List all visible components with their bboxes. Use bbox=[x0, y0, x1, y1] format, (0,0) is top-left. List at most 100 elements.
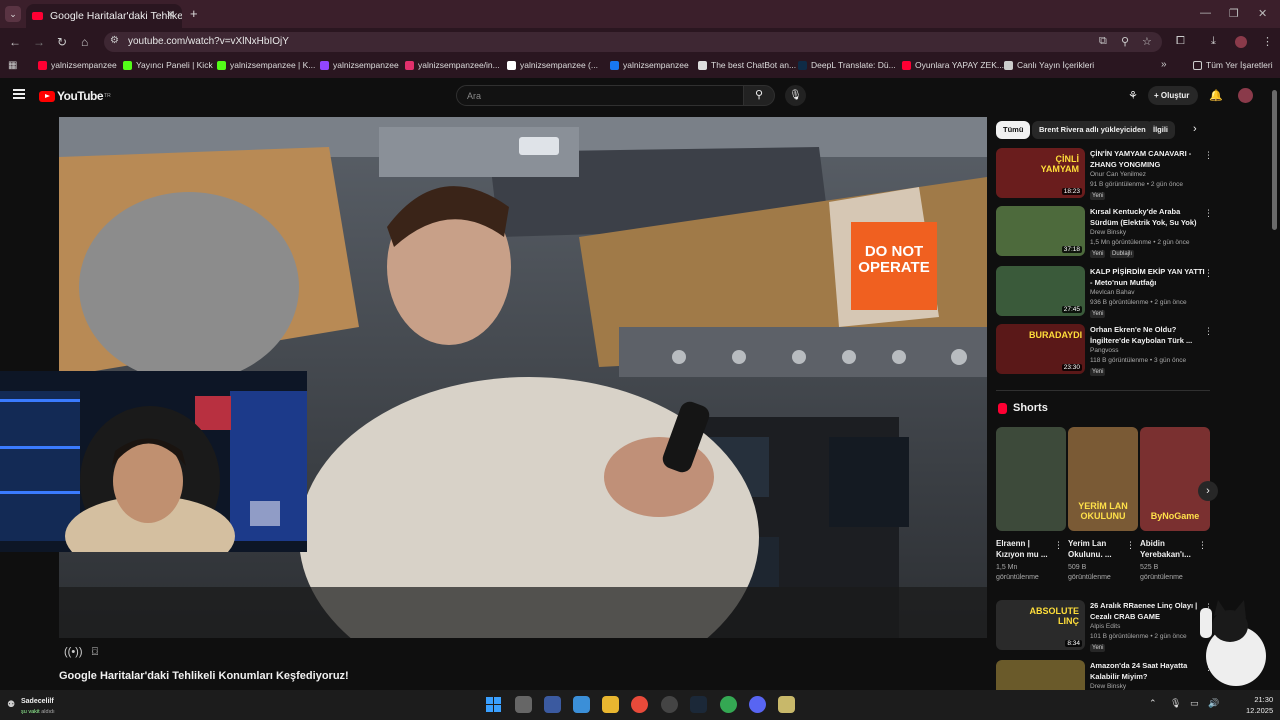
discord-icon[interactable] bbox=[749, 696, 766, 713]
chip-uploader[interactable]: Brent Rivera adlı yükleyiciden bbox=[1032, 121, 1153, 139]
photos-icon[interactable] bbox=[573, 696, 590, 713]
more-actions-icon[interactable]: ⋮ bbox=[1204, 326, 1213, 337]
recommendation-item[interactable]: ABSOLUTE LINÇ 8:34 26 Aralık RRaenee Linç … bbox=[996, 600, 1216, 654]
tray-volume-icon[interactable]: 🔊 bbox=[1208, 698, 1219, 709]
obs-icon[interactable] bbox=[661, 696, 678, 713]
bookmark-item[interactable]: yalnizsempanzee bbox=[38, 60, 117, 70]
short-thumbnail[interactable]: ByNoGame bbox=[1140, 427, 1210, 531]
tab-close-icon[interactable]: ✕ bbox=[166, 8, 175, 21]
download-icon[interactable]: ⤓ bbox=[1211, 35, 1216, 48]
recommendation-title[interactable]: ÇİN'İN YAMYAM CANAVARI - ZHANG YONGMING bbox=[1090, 148, 1205, 170]
app-icon-2[interactable] bbox=[778, 696, 795, 713]
recommendation-title[interactable]: Orhan Ekren'e Ne Oldu? İngiltere'de Kayb… bbox=[1090, 324, 1205, 346]
bookmark-item[interactable]: yalnizsempanzee | K... bbox=[217, 60, 315, 70]
short-title[interactable]: Abidin Yerebakan'ı... bbox=[1140, 538, 1200, 560]
search-button[interactable]: ⚲ bbox=[743, 85, 775, 106]
short-thumbnail[interactable]: YERİM LAN OKULUNU bbox=[1068, 427, 1138, 531]
home-icon[interactable]: ⌂ bbox=[81, 35, 88, 49]
bookmark-item[interactable]: Canlı Yayın İçerikleri bbox=[1004, 60, 1094, 70]
recommendation-item[interactable]: ÇİNLİ YAMYAM 18:23 ÇİN'İN YAMYAM CANAVARI … bbox=[996, 148, 1216, 202]
reload-icon[interactable]: ↻ bbox=[57, 35, 67, 49]
video-thumbnail[interactable]: 27:45 bbox=[996, 266, 1085, 316]
youtube-logo[interactable]: YouTube TR bbox=[39, 89, 111, 103]
more-bookmarks-icon[interactable]: » bbox=[1161, 59, 1167, 70]
site-info-icon[interactable]: ⚙ bbox=[110, 35, 119, 46]
maximize-icon[interactable]: ❐ bbox=[1229, 7, 1239, 20]
more-actions-icon[interactable]: ⋮ bbox=[1198, 540, 1207, 551]
steam-icon[interactable] bbox=[690, 696, 707, 713]
chips-next-chevron-icon[interactable]: › bbox=[1193, 123, 1197, 135]
channel-name[interactable]: Drew Binsky bbox=[1090, 683, 1126, 690]
more-actions-icon[interactable]: ⋮ bbox=[1054, 540, 1063, 551]
hamburger-menu-icon[interactable] bbox=[13, 89, 25, 99]
recommendation-item[interactable]: 37:18 Kırsal Kentucky'de Araba Sürdüm (El… bbox=[996, 206, 1216, 260]
broadcast-icon[interactable]: ((•)) bbox=[64, 646, 83, 658]
zoom-icon[interactable]: ⚲ bbox=[1121, 35, 1129, 48]
short-thumbnail[interactable] bbox=[996, 427, 1066, 531]
channel-name[interactable]: Mevlcan Bahav bbox=[1090, 289, 1134, 296]
chip-all[interactable]: Tümü bbox=[996, 121, 1031, 139]
chip-related[interactable]: İlgili bbox=[1146, 121, 1175, 139]
shorts-next-chevron-icon[interactable]: › bbox=[1198, 481, 1218, 501]
system-clock[interactable]: 21:30 12.2025 bbox=[1246, 694, 1273, 716]
video-thumbnail[interactable]: ÇİNLİ YAMYAM 18:23 bbox=[996, 148, 1085, 198]
bookmark-item[interactable]: The best ChatBot an... bbox=[698, 60, 796, 70]
close-window-icon[interactable]: ✕ bbox=[1258, 7, 1267, 20]
channel-name[interactable]: Drew Binsky bbox=[1090, 229, 1126, 236]
search-input[interactable]: Ara bbox=[456, 85, 744, 106]
url-text[interactable]: youtube.com/watch?v=vXlNxHbIOjY bbox=[128, 36, 289, 47]
new-tab-icon[interactable]: + bbox=[190, 6, 198, 21]
app-icon-1[interactable] bbox=[544, 696, 561, 713]
bookmark-item[interactable]: yalnizsempanzee bbox=[320, 60, 399, 70]
install-app-icon[interactable]: ⧉ bbox=[1099, 35, 1107, 48]
bookmark-item[interactable]: Oyunlara YAPAY ZEK... bbox=[902, 60, 1004, 70]
apps-grid-icon[interactable]: ▦ bbox=[8, 60, 17, 71]
create-button[interactable]: + Oluştur bbox=[1148, 86, 1198, 105]
channel-name[interactable]: Alpis Edits bbox=[1090, 623, 1120, 630]
account-avatar[interactable] bbox=[1238, 88, 1253, 103]
browser-menu-icon[interactable]: ⋮ bbox=[1262, 35, 1273, 48]
video-thumbnail[interactable]: 37:18 bbox=[996, 206, 1085, 256]
more-actions-icon[interactable]: ⋮ bbox=[1204, 208, 1213, 219]
more-actions-icon[interactable]: ⋮ bbox=[1204, 150, 1213, 161]
windows-start-icon[interactable] bbox=[485, 696, 502, 713]
recommendation-title[interactable]: 26 Aralık RRaenee Linç Olayı | Cezalı CR… bbox=[1090, 600, 1205, 622]
screenshot-camera-icon[interactable]: ⌼ bbox=[92, 646, 99, 658]
recommendation-item[interactable]: 27:45 KALP PİŞİRDİM EKİP YAN YATTI - Meto… bbox=[996, 266, 1216, 320]
video-thumbnail[interactable]: BURADAYDI 23:30 bbox=[996, 324, 1085, 374]
bookmark-item[interactable]: yalnizsempanzee bbox=[610, 60, 689, 70]
browser-tab-active[interactable]: Google Haritalar'daki Tehlikeli K bbox=[26, 4, 182, 28]
page-scrollbar[interactable] bbox=[1272, 90, 1277, 230]
chrome-icon[interactable] bbox=[631, 696, 648, 713]
more-actions-icon[interactable]: ⋮ bbox=[1126, 540, 1135, 551]
back-arrow-icon[interactable]: ← bbox=[9, 35, 21, 49]
recommendation-title[interactable]: Kırsal Kentucky'de Araba Sürdüm (Elektri… bbox=[1090, 206, 1205, 228]
tray-chevron-icon[interactable]: ⌃ bbox=[1149, 698, 1157, 709]
bookmark-item[interactable]: yalnizsempanzee/in... bbox=[405, 60, 500, 70]
short-title[interactable]: Elraenn | Kızıyon mu ... bbox=[996, 538, 1056, 560]
bookmark-item[interactable]: DeepL Translate: Dü... bbox=[798, 60, 896, 70]
recommendation-title[interactable]: KALP PİŞİRDİM EKİP YAN YATTI - Meto'nun … bbox=[1090, 266, 1205, 288]
tray-mic-icon[interactable]: 🎙 bbox=[1170, 698, 1181, 709]
bookmark-item[interactable]: yalnizsempanzee (... bbox=[507, 60, 598, 70]
file-explorer-icon[interactable] bbox=[602, 696, 619, 713]
notifications-bell-icon[interactable]: 🔔 bbox=[1209, 89, 1223, 102]
more-actions-icon[interactable]: ⋮ bbox=[1204, 268, 1213, 279]
video-thumbnail[interactable]: ABSOLUTE LINÇ 8:34 bbox=[996, 600, 1085, 650]
tray-display-icon[interactable]: ▭ bbox=[1190, 698, 1199, 709]
cast-icon[interactable]: ⚘ bbox=[1128, 89, 1138, 102]
channel-name[interactable]: Pangvoss bbox=[1090, 347, 1119, 354]
bookmark-item[interactable]: Yayıncı Paneli | Kick bbox=[123, 60, 213, 70]
channel-name[interactable]: Onur Can Yenilmez bbox=[1090, 171, 1146, 178]
profile-avatar[interactable] bbox=[1235, 36, 1247, 48]
extensions-icon[interactable]: ⧠ bbox=[1176, 35, 1185, 48]
short-title[interactable]: Yerim Lan Okulunu. ... bbox=[1068, 538, 1128, 560]
chrome-profile-icon[interactable] bbox=[720, 696, 737, 713]
tab-search-chevron-icon[interactable]: ⌄ bbox=[5, 6, 21, 22]
recommendation-item[interactable]: BURADAYDI 23:30 Orhan Ekren'e Ne Oldu? İng… bbox=[996, 324, 1216, 378]
voice-search-button[interactable]: 🎙 bbox=[785, 85, 806, 106]
minimize-icon[interactable]: — bbox=[1200, 7, 1211, 19]
forward-arrow-icon[interactable]: → bbox=[33, 35, 45, 49]
all-bookmarks-folder[interactable]: Tüm Yer İşaretleri bbox=[1193, 60, 1273, 70]
bookmark-star-icon[interactable]: ☆ bbox=[1142, 35, 1152, 48]
